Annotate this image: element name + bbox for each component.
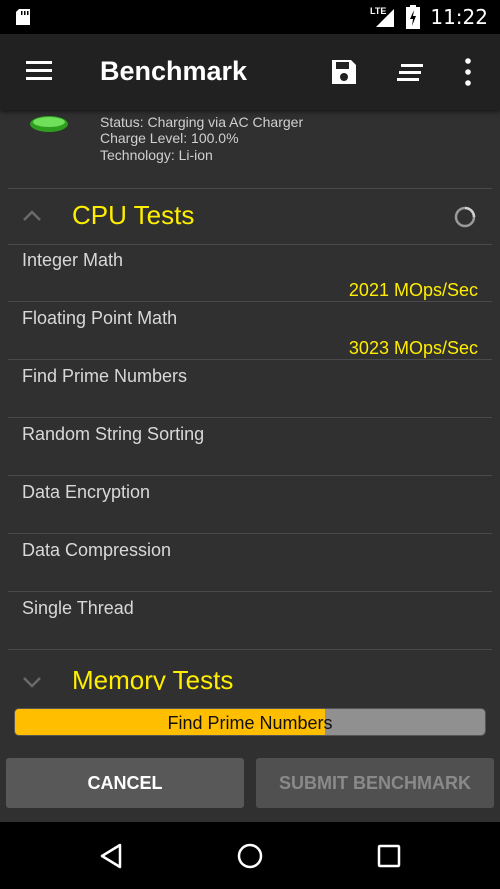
results-list[interactable]: Status: Charging via AC Charger Charge L… [0,110,500,690]
test-label: Random String Sorting [22,424,205,444]
battery-charge-level: Charge Level: 100.0% [100,130,239,146]
menu-icon[interactable] [24,58,54,84]
recent-apps-icon[interactable] [377,844,401,868]
back-icon[interactable] [98,842,124,870]
lte-signal-icon: LTE [370,6,395,27]
svg-text:LTE: LTE [370,6,386,16]
submit-benchmark-button[interactable]: SUBMIT BENCHMARK [256,758,494,808]
status-bar: LTE 11:22 [0,0,500,34]
test-row-data-compression[interactable]: Data Compression [8,534,492,592]
cancel-button[interactable]: CANCEL [6,758,244,808]
test-row-data-encryption[interactable]: Data Encryption [8,476,492,534]
battery-status: Status: Charging via AC Charger [100,114,304,130]
test-label: Single Thread [22,598,134,618]
chevron-down-icon[interactable] [22,675,42,689]
save-icon[interactable] [330,58,358,86]
sd-card-icon [16,9,30,25]
test-label: Floating Point Math [22,308,178,328]
sort-icon[interactable] [397,60,425,84]
test-row-find-prime-numbers[interactable]: Find Prime Numbers [8,360,492,418]
memory-tests-header[interactable]: Memory Tests [8,651,492,690]
cpu-tests-header[interactable]: CPU Tests [8,188,492,244]
test-row-random-string-sorting[interactable]: Random String Sorting [8,418,492,476]
more-options-icon[interactable] [462,57,474,87]
navigation-bar [0,822,500,889]
test-label: Find Prime Numbers [22,366,188,386]
test-row-single-thread[interactable]: Single Thread [8,592,492,650]
progress-label: Find Prime Numbers [167,713,333,733]
test-label: Integer Math [22,250,124,270]
benchmark-progress-bar: Find Prime Numbers [14,708,486,736]
cpu-tests-title: CPU Tests [72,200,195,230]
page-title: Benchmark [100,56,248,86]
battery-icon [30,116,68,132]
test-result: 2021 MOps/Sec [348,280,478,300]
chevron-up-icon[interactable] [22,209,42,223]
test-row-floating-point-math[interactable]: Floating Point Math 3023 MOps/Sec [8,302,492,360]
memory-tests-title: Memory Tests [72,665,234,690]
battery-charging-icon [406,5,421,29]
test-label: Data Encryption [22,482,151,502]
home-icon[interactable] [236,842,264,870]
test-row-integer-math[interactable]: Integer Math 2021 MOps/Sec [8,244,492,302]
app-toolbar: Benchmark [0,34,500,110]
test-label: Data Compression [22,540,172,560]
test-result: 3023 MOps/Sec [348,338,478,358]
loading-spinner-icon [454,206,476,228]
clock: 11:22 [430,5,488,29]
battery-technology: Technology: Li-ion [100,147,213,163]
